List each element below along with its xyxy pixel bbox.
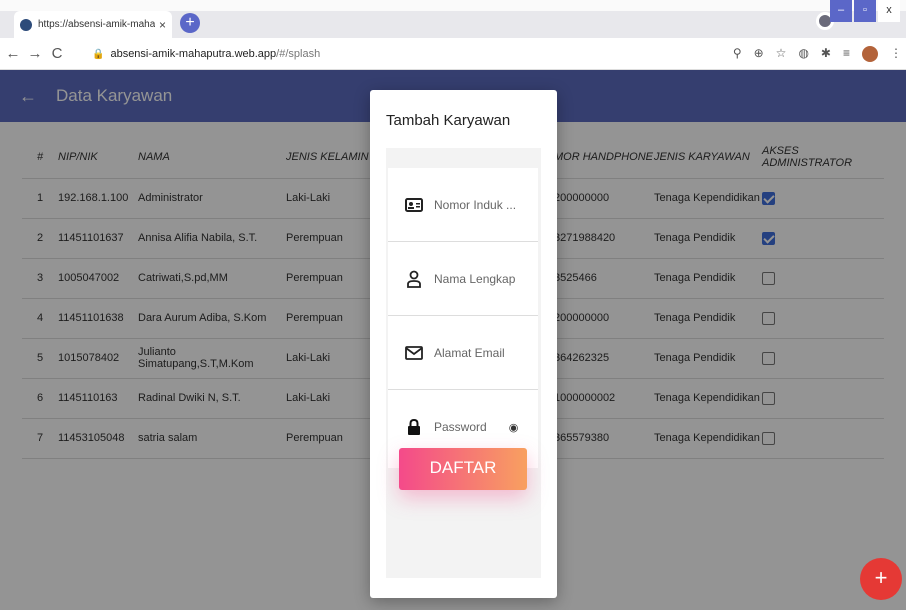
mail-icon	[404, 343, 424, 363]
url-path: /#/splash	[276, 48, 321, 60]
add-fab-button[interactable]: +	[860, 558, 902, 600]
email-field[interactable]: Alamat Email	[388, 316, 538, 390]
extension-icons: ⚲ ⊕ ☆ ◍ ✱ ≡ ⋮	[733, 46, 902, 62]
queue-icon[interactable]: ≡	[843, 46, 850, 62]
nomor-induk-placeholder: Nomor Induk ...	[434, 197, 517, 212]
favicon-icon	[20, 18, 32, 31]
id-card-icon	[404, 195, 424, 215]
dialog-title: Tambah Karyawan	[386, 112, 511, 129]
minimize-button[interactable]: –	[830, 0, 852, 22]
browser-tabbar: https://absensi-amik-mahaputra × + – ▫ x	[0, 0, 906, 38]
menu-icon[interactable]: ⋮	[890, 46, 902, 62]
star-icon[interactable]: ☆	[776, 46, 787, 62]
close-window-button[interactable]: x	[878, 0, 900, 22]
nama-lengkap-placeholder: Nama Lengkap	[434, 271, 516, 286]
browser-tab[interactable]: https://absensi-amik-mahaputra ×	[14, 11, 172, 38]
restore-button[interactable]: ▫	[854, 0, 876, 22]
nomor-induk-field[interactable]: Nomor Induk ...	[388, 168, 538, 242]
dialog-form: Nomor Induk ... Nama Lengkap Alamat Emai…	[386, 148, 541, 578]
form-card: Nomor Induk ... Nama Lengkap Alamat Emai…	[388, 168, 538, 468]
url-host: absensi-amik-mahaputra.web.app	[110, 48, 277, 60]
globe-icon[interactable]: ◍	[798, 46, 808, 62]
new-tab-button[interactable]: +	[180, 13, 200, 33]
address-bar: ← → C 🔒 absensi-amik-mahaputra.web.app /…	[0, 38, 906, 70]
daftar-button[interactable]: DAFTAR	[399, 448, 527, 490]
puzzle-icon[interactable]: ✱	[821, 46, 831, 62]
url-input[interactable]: 🔒 absensi-amik-mahaputra.web.app /#/spla…	[82, 43, 622, 65]
lock-icon: 🔒	[92, 48, 105, 60]
email-placeholder: Alamat Email	[434, 345, 505, 360]
tab-title: https://absensi-amik-mahaputra	[38, 19, 155, 30]
lock-icon	[404, 417, 424, 437]
password-placeholder: Password	[434, 420, 487, 434]
forward-nav-icon[interactable]: →	[26, 45, 44, 62]
back-nav-icon[interactable]: ←	[4, 45, 22, 62]
window-controls: – ▫ x	[830, 0, 900, 22]
avatar-icon[interactable]	[862, 46, 878, 62]
eye-icon[interactable]: ◉	[509, 421, 519, 434]
tab-close-icon[interactable]: ×	[159, 18, 166, 32]
nama-lengkap-field[interactable]: Nama Lengkap	[388, 242, 538, 316]
location-icon[interactable]: ⚲	[733, 46, 742, 62]
install-icon[interactable]: ⊕	[754, 46, 764, 62]
add-employee-dialog: Tambah Karyawan Nomor Induk ... Nama Len…	[370, 90, 557, 598]
reload-icon[interactable]: C	[48, 45, 66, 62]
person-icon	[404, 269, 424, 289]
